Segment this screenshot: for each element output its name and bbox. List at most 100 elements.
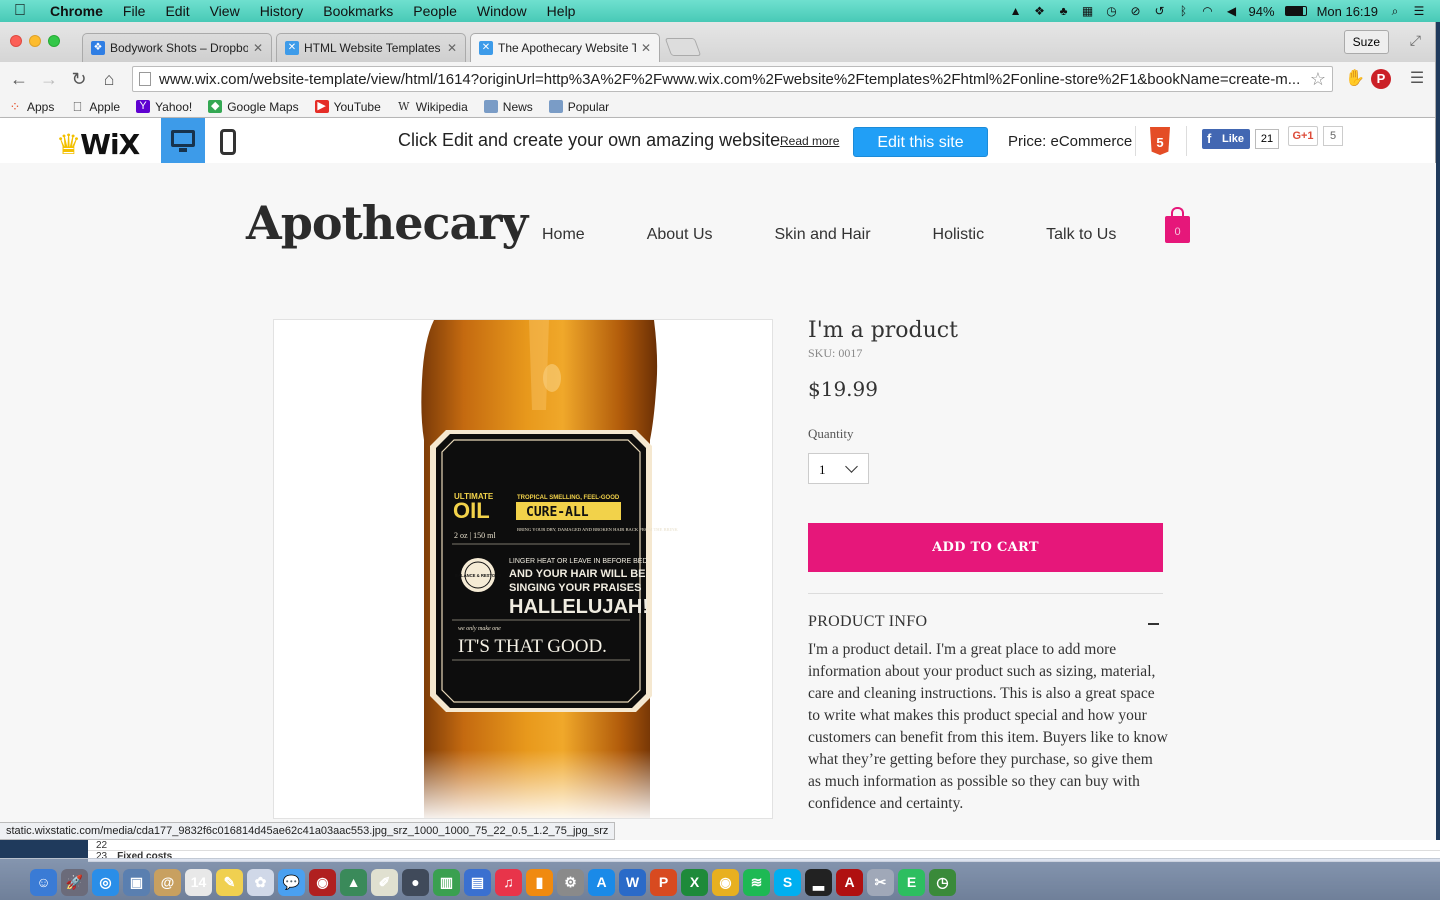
iphoto-icon[interactable]: ▲: [340, 869, 367, 896]
tab-dropbox[interactable]: ❖ Bodywork Shots – Dropbox ✕: [82, 33, 272, 62]
drive-icon[interactable]: ▲: [1009, 4, 1023, 18]
camera-icon[interactable]: ●: [402, 869, 429, 896]
bookmark-yahoo[interactable]: Y Yahoo!: [136, 100, 192, 114]
dropbox-icon[interactable]: ❖: [1033, 4, 1047, 18]
notes-icon[interactable]: ✎: [216, 869, 243, 896]
nav-talk-to-us[interactable]: Talk to Us: [1046, 226, 1116, 244]
desktop-view-button[interactable]: [161, 118, 205, 164]
bookmark-apps[interactable]: ⁘ Apps: [8, 100, 55, 114]
product-info-title[interactable]: PRODUCT INFO: [808, 613, 927, 631]
close-tab-icon[interactable]: ✕: [447, 41, 457, 55]
close-tab-icon[interactable]: ✕: [641, 41, 651, 55]
chrome-menu-icon[interactable]: ☰: [1405, 67, 1429, 91]
photos-icon[interactable]: ✿: [247, 869, 274, 896]
close-window-button[interactable]: [10, 35, 22, 47]
bookmark-star-icon[interactable]: ☆: [1310, 69, 1326, 90]
bluetooth-icon[interactable]: ᛒ: [1177, 4, 1191, 18]
skype-icon[interactable]: S: [774, 869, 801, 896]
evernote-menu-icon[interactable]: ♣: [1057, 4, 1071, 18]
powerpoint-icon[interactable]: P: [650, 869, 677, 896]
bookmark-wikipedia[interactable]: W Wikipedia: [397, 100, 468, 114]
activity-monitor-icon[interactable]: ▂: [805, 869, 832, 896]
address-url[interactable]: www.wix.com/website-template/view/html/1…: [159, 71, 1310, 88]
menu-window[interactable]: Window: [467, 3, 537, 19]
shopping-bag-icon[interactable]: 0: [1165, 207, 1190, 243]
nav-skin-and-hair[interactable]: Skin and Hair: [775, 226, 871, 244]
acrobat-icon[interactable]: A: [836, 869, 863, 896]
zoom-window-button[interactable]: [48, 35, 60, 47]
bookmark-google-maps[interactable]: ◆ Google Maps: [208, 100, 299, 114]
back-arrow-icon[interactable]: ←: [6, 66, 32, 92]
menu-edit[interactable]: Edit: [155, 3, 199, 19]
wifi-icon[interactable]: ◠: [1201, 4, 1215, 18]
keynote-icon[interactable]: ▤: [464, 869, 491, 896]
mobile-view-icon[interactable]: [220, 129, 236, 155]
forward-arrow-icon[interactable]: →: [36, 66, 62, 92]
menu-file[interactable]: File: [113, 3, 156, 19]
nav-holistic[interactable]: Holistic: [933, 226, 985, 244]
close-tab-icon[interactable]: ✕: [253, 41, 263, 55]
blocked-icon[interactable]: ⊘: [1129, 4, 1143, 18]
word-icon[interactable]: W: [619, 869, 646, 896]
nav-about-us[interactable]: About Us: [647, 226, 713, 244]
menu-view[interactable]: View: [200, 3, 250, 19]
apple-menu-icon[interactable]: : [0, 2, 40, 20]
notification-center-icon[interactable]: ☰: [1412, 4, 1426, 18]
profile-button[interactable]: Suze: [1343, 30, 1389, 54]
bookmark-folder-popular[interactable]: Popular: [548, 100, 609, 114]
reload-icon[interactable]: ↻: [66, 66, 92, 92]
preview-icon[interactable]: ▣: [123, 869, 150, 896]
volume-icon[interactable]: ◀: [1225, 4, 1239, 18]
appstore-icon[interactable]: A: [588, 869, 615, 896]
calendar-icon[interactable]: 14: [185, 869, 212, 896]
wix-logo[interactable]: ♛WiX: [56, 128, 140, 161]
collapse-minus-icon[interactable]: [1148, 623, 1159, 625]
tab-apothecary[interactable]: ✕ The Apothecary Website Template ✕: [470, 33, 660, 62]
edit-this-site-button[interactable]: Edit this site: [853, 127, 988, 157]
facebook-like-button[interactable]: Like: [1202, 129, 1250, 149]
clock-icon[interactable]: ◷: [1105, 4, 1119, 18]
fullscreen-icon[interactable]: ⤢: [1410, 32, 1421, 49]
menubar-clock[interactable]: Mon 16:19: [1317, 4, 1378, 19]
site-title[interactable]: Apothecary: [246, 196, 528, 250]
add-to-cart-button[interactable]: ADD TO CART: [808, 523, 1163, 572]
app-menu[interactable]: Chrome: [40, 3, 113, 19]
pinterest-icon[interactable]: P: [1371, 69, 1391, 89]
tab-wix-templates[interactable]: ✕ HTML Website Templates | Wix ✕: [276, 33, 466, 62]
menu-bookmarks[interactable]: Bookmarks: [313, 3, 403, 19]
finder-icon[interactable]: ☺: [30, 869, 57, 896]
preferences-icon[interactable]: ⚙: [557, 869, 584, 896]
menu-people[interactable]: People: [403, 3, 467, 19]
read-more-link[interactable]: Read more: [780, 134, 839, 148]
menu-history[interactable]: History: [250, 3, 314, 19]
timemachine-icon[interactable]: ◷: [929, 869, 956, 896]
ibooks-icon[interactable]: ▮: [526, 869, 553, 896]
evernote-icon[interactable]: E: [898, 869, 925, 896]
textedit-icon[interactable]: ✐: [371, 869, 398, 896]
safari-icon[interactable]: ◎: [92, 869, 119, 896]
extension-icon[interactable]: ✋: [1343, 67, 1367, 91]
quantity-select[interactable]: 1: [808, 453, 869, 484]
google-plus-button[interactable]: G+1: [1288, 126, 1318, 146]
chrome-icon[interactable]: ◉: [712, 869, 739, 896]
spotify-icon[interactable]: ≋: [743, 869, 770, 896]
bookmark-folder-news[interactable]: News: [483, 100, 533, 114]
bookmark-apple[interactable]:  Apple: [70, 100, 120, 114]
messages-icon[interactable]: 💬: [278, 869, 305, 896]
timemachine-menu-icon[interactable]: ↺: [1153, 4, 1167, 18]
nav-home[interactable]: Home: [542, 226, 585, 244]
photobooth-icon[interactable]: ◉: [309, 869, 336, 896]
new-tab-button[interactable]: [664, 38, 702, 56]
battery-icon[interactable]: [1284, 6, 1307, 16]
product-image[interactable]: ULTIMATE OIL TROPICAL SMELLING, FEEL-GOO…: [273, 319, 773, 819]
home-icon[interactable]: ⌂: [96, 66, 122, 92]
spotlight-search-icon[interactable]: ⌕: [1388, 4, 1402, 18]
itunes-icon[interactable]: ♫: [495, 869, 522, 896]
bookmark-youtube[interactable]: ▶ YouTube: [314, 100, 381, 114]
launchpad-icon[interactable]: 🚀: [61, 869, 88, 896]
menu-help[interactable]: Help: [537, 3, 586, 19]
minimize-window-button[interactable]: [29, 35, 41, 47]
numbers-icon[interactable]: ▥: [433, 869, 460, 896]
activity-icon[interactable]: ▦: [1081, 4, 1095, 18]
address-bar[interactable]: www.wix.com/website-template/view/html/1…: [132, 66, 1333, 92]
